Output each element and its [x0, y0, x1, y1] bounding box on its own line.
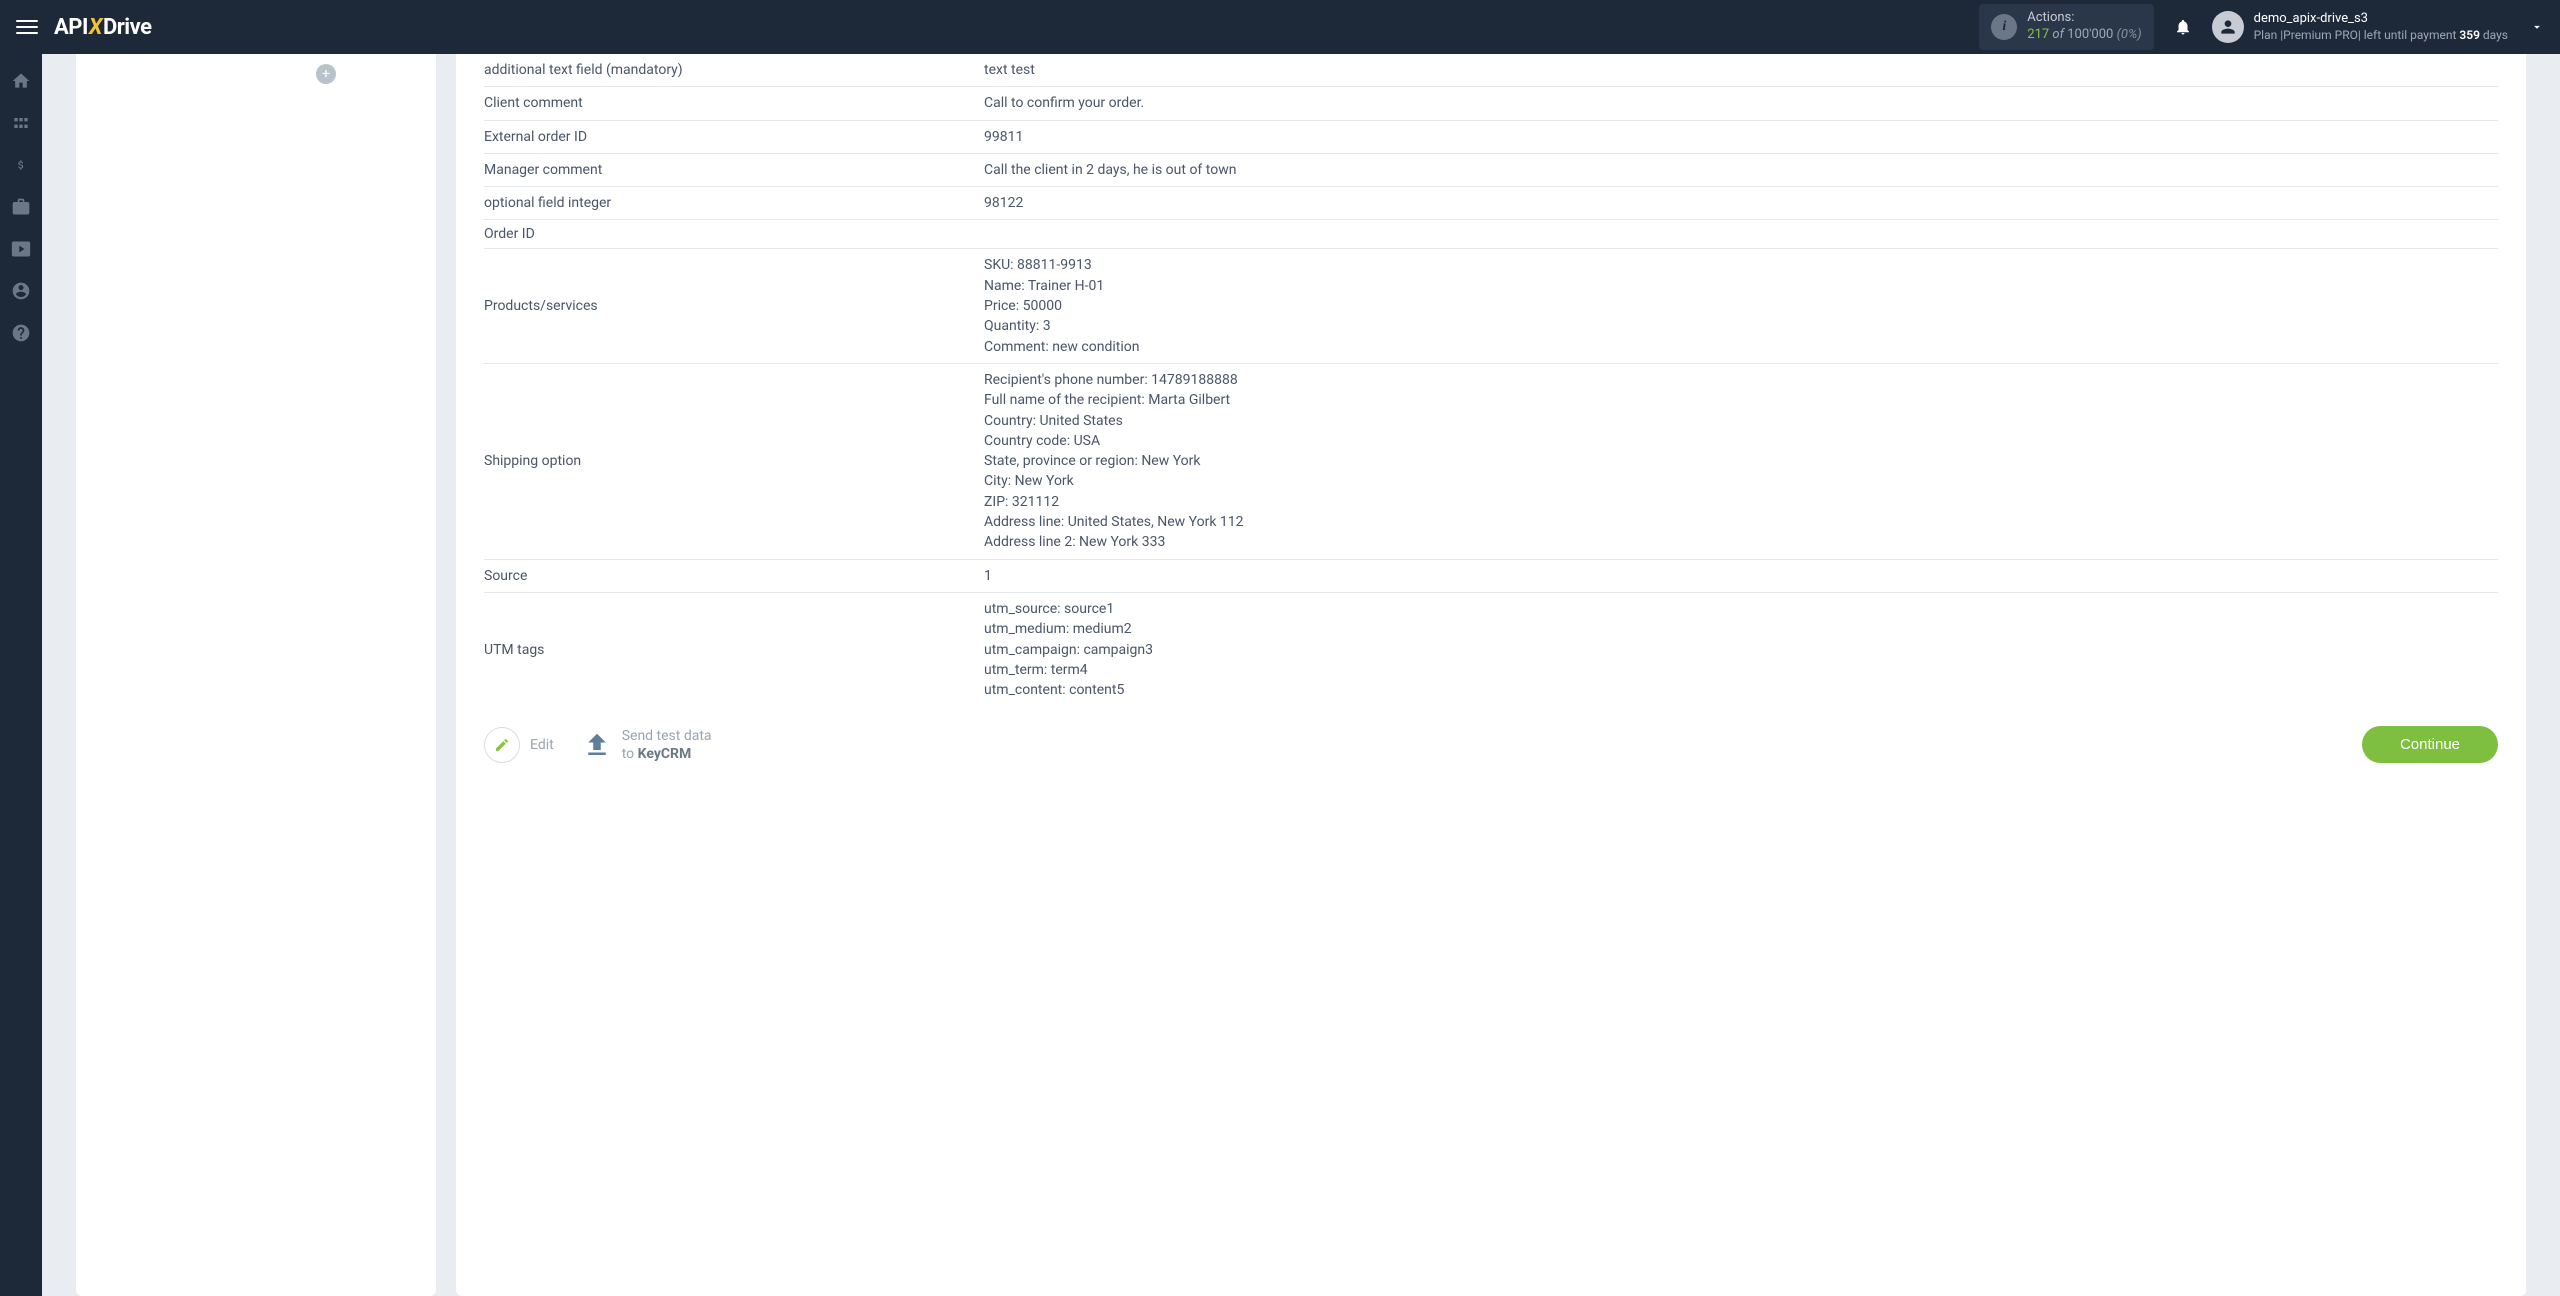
sidebar	[0, 54, 42, 1296]
row-key: Source	[484, 566, 984, 586]
table-row: Products/servicesSKU: 88811-9913Name: Tr…	[484, 249, 2498, 363]
chevron-down-icon[interactable]	[2530, 20, 2544, 34]
header: API X Drive i Actions: 217 of 100'000 (0…	[0, 0, 2560, 54]
content: + additional text field (mandatory)text …	[42, 54, 2560, 1296]
row-value	[984, 226, 2498, 242]
user-plan: Plan |Premium PRO| left until payment 35…	[2254, 28, 2508, 44]
row-value: SKU: 88811-9913Name: Trainer H-01Price: …	[984, 255, 2498, 356]
avatar-icon	[2212, 11, 2244, 43]
actions-of: of	[2052, 27, 2064, 42]
table-row: External order ID99811	[484, 121, 2498, 154]
table-row: Client commentCall to confirm your order…	[484, 87, 2498, 120]
actions-count: 217	[2027, 27, 2049, 42]
table-row: UTM tagsutm_source: source1utm_medium: m…	[484, 593, 2498, 706]
row-key: Order ID	[484, 226, 984, 242]
row-value: Call the client in 2 days, he is out of …	[984, 160, 2498, 180]
send-line1: Send test data	[622, 727, 712, 745]
row-key: Manager comment	[484, 160, 984, 180]
logo-drive: Drive	[103, 15, 152, 40]
row-key: Products/services	[484, 255, 984, 356]
user-name: demo_apix-drive_s3	[2254, 11, 2508, 28]
actions-box[interactable]: i Actions: 217 of 100'000 (0%)	[1979, 4, 2153, 50]
sidebar-item-video[interactable]	[0, 228, 42, 270]
logo[interactable]: API X Drive	[54, 15, 152, 40]
action-row: Edit Send test data to KeyCRM Continue	[484, 706, 2498, 763]
pencil-icon	[484, 727, 520, 763]
row-value: utm_source: source1utm_medium: medium2ut…	[984, 599, 2498, 700]
sidebar-item-help[interactable]	[0, 312, 42, 354]
user-block[interactable]: demo_apix-drive_s3 Plan |Premium PRO| le…	[2212, 11, 2544, 43]
actions-pct: (0%)	[2117, 27, 2142, 42]
row-value: Recipient's phone number: 14789188888Ful…	[984, 370, 2498, 553]
sidebar-item-briefcase[interactable]	[0, 186, 42, 228]
row-key: optional field integer	[484, 193, 984, 213]
logo-x: X	[89, 15, 102, 40]
table-row: Shipping optionRecipient's phone number:…	[484, 364, 2498, 560]
row-key: additional text field (mandatory)	[484, 60, 984, 80]
table-row: optional field integer98122	[484, 187, 2498, 220]
edit-button[interactable]: Edit	[484, 727, 554, 763]
info-icon: i	[1991, 14, 2017, 40]
row-value: 1	[984, 566, 2498, 586]
logo-api: API	[54, 15, 88, 40]
row-key: Shipping option	[484, 370, 984, 553]
table-row: Order ID	[484, 220, 2498, 249]
row-key: UTM tags	[484, 599, 984, 700]
send-line2: to KeyCRM	[622, 745, 712, 763]
left-panel: +	[76, 54, 436, 1296]
main-panel: additional text field (mandatory)text te…	[456, 54, 2526, 1296]
bell-icon[interactable]	[2174, 17, 2192, 37]
actions-total: 100'000	[2067, 27, 2113, 42]
row-key: Client comment	[484, 93, 984, 113]
edit-label: Edit	[530, 737, 554, 753]
send-test-button[interactable]: Send test data to KeyCRM	[582, 727, 712, 763]
row-key: External order ID	[484, 127, 984, 147]
actions-label: Actions:	[2027, 10, 2141, 27]
sidebar-item-home[interactable]	[0, 60, 42, 102]
row-value: text test	[984, 60, 2498, 80]
menu-icon[interactable]	[16, 20, 38, 34]
sidebar-item-account[interactable]	[0, 270, 42, 312]
row-value: Call to confirm your order.	[984, 93, 2498, 113]
table-row: additional text field (mandatory)text te…	[484, 54, 2498, 87]
row-value: 99811	[984, 127, 2498, 147]
add-button[interactable]: +	[316, 64, 336, 84]
sidebar-item-connections[interactable]	[0, 102, 42, 144]
continue-button[interactable]: Continue	[2362, 726, 2498, 763]
table-row: Source1	[484, 560, 2498, 593]
row-value: 98122	[984, 193, 2498, 213]
sidebar-item-billing[interactable]	[0, 144, 42, 186]
upload-icon	[582, 730, 612, 760]
table-row: Manager commentCall the client in 2 days…	[484, 154, 2498, 187]
data-table: additional text field (mandatory)text te…	[484, 54, 2498, 706]
